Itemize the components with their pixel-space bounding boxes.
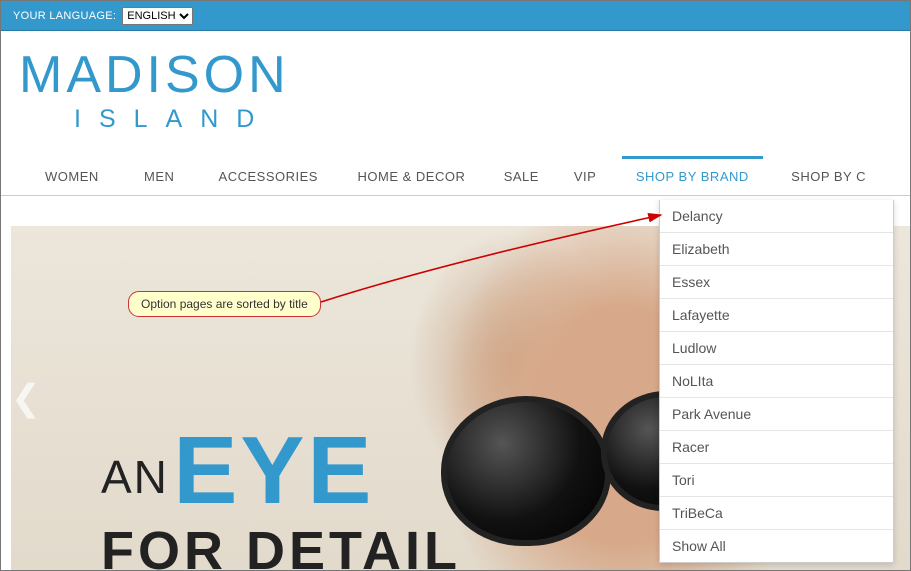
annotation-callout: Option pages are sorted by title xyxy=(128,291,321,317)
hero-line2: FOR DETAIL xyxy=(101,520,461,570)
shop-by-brand-dropdown: DelancyElizabethEssexLafayetteLudlowNoLI… xyxy=(659,200,894,563)
lens-left xyxy=(441,396,611,546)
main-nav: WOMEN MEN ACCESSORIES HOME & DECOR SALEVIP SH… xyxy=(1,158,910,196)
brand-option-ludlow[interactable]: Ludlow xyxy=(660,332,893,365)
carousel-prev-arrow[interactable]: ❮ xyxy=(11,373,41,423)
hero-line1a: AN xyxy=(101,451,169,503)
brand-option-park-avenue[interactable]: Park Avenue xyxy=(660,398,893,431)
nav-item-vip[interactable]: VIP xyxy=(560,158,610,196)
brand-option-tribeca[interactable]: TriBeCa xyxy=(660,497,893,530)
brand-option-essex[interactable]: Essex xyxy=(660,266,893,299)
brand-option-lafayette[interactable]: Lafayette xyxy=(660,299,893,332)
top-bar: YOUR LANGUAGE: ENGLISH xyxy=(1,1,910,31)
nav-item-sale[interactable]: SALE xyxy=(490,158,553,196)
hero-line1b: EYE xyxy=(173,417,374,524)
nav-item-men[interactable]: MEN xyxy=(130,158,188,196)
nav-item-accessories[interactable]: ACCESSORIES xyxy=(205,158,332,196)
brand-option-nolita[interactable]: NoLIta xyxy=(660,365,893,398)
nav-item-home-decor[interactable]: HOME & DECOR xyxy=(343,158,479,196)
hero-text: AN EYE FOR DETAIL xyxy=(101,416,461,570)
brand-option-show-all[interactable]: Show All xyxy=(660,530,893,562)
site-logo[interactable]: MADISON ISLAND xyxy=(1,31,910,140)
logo-main: MADISON xyxy=(19,49,910,101)
brand-option-tori[interactable]: Tori xyxy=(660,464,893,497)
nav-item-shop-by-c[interactable]: SHOP BY C xyxy=(777,158,880,196)
brand-option-racer[interactable]: Racer xyxy=(660,431,893,464)
logo-sub: ISLAND xyxy=(74,105,910,134)
chevron-left-icon: ❮ xyxy=(11,377,41,419)
brand-option-delancy[interactable]: Delancy xyxy=(660,200,893,233)
nav-item-women[interactable]: WOMEN xyxy=(31,158,113,196)
language-select[interactable]: ENGLISH xyxy=(122,7,193,25)
nav-item-shop-by-brand[interactable]: SHOP BY BRAND xyxy=(622,156,763,194)
brand-option-elizabeth[interactable]: Elizabeth xyxy=(660,233,893,266)
language-label: YOUR LANGUAGE: xyxy=(13,10,116,22)
